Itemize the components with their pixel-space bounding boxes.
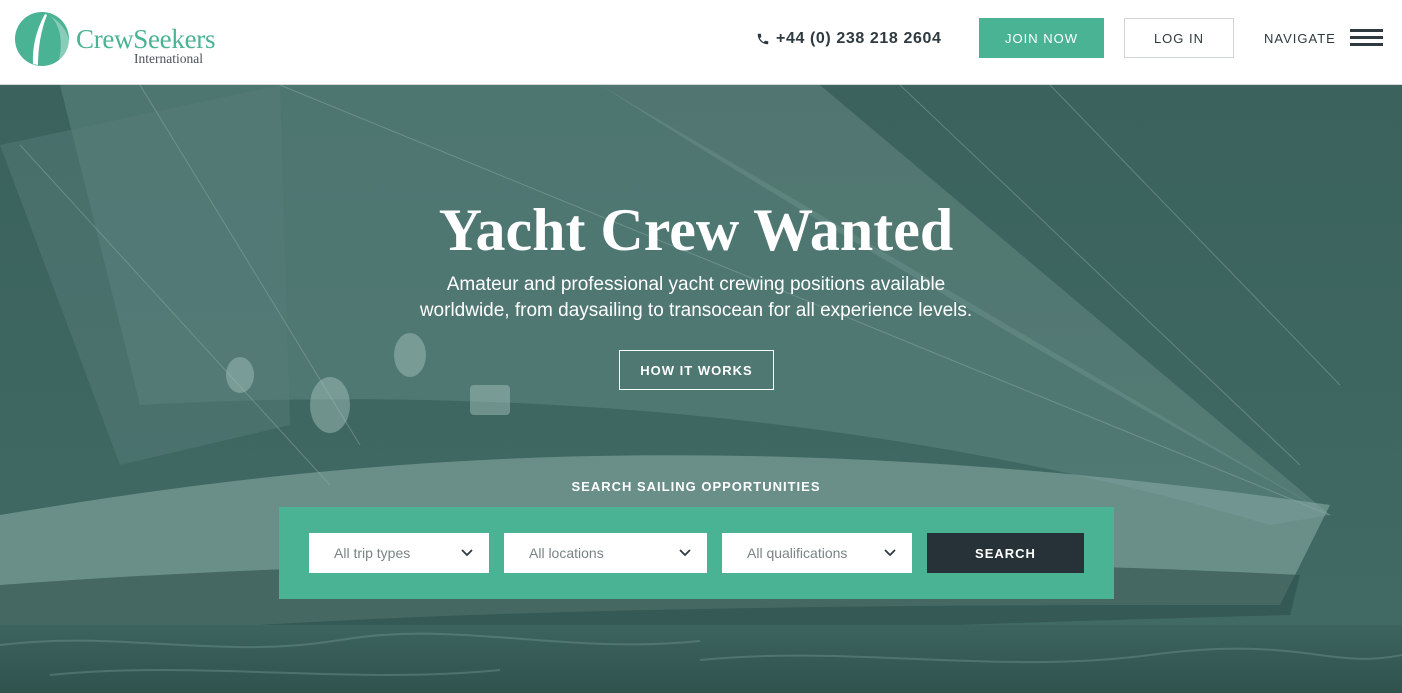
location-value: All locations: [529, 545, 604, 561]
join-now-button[interactable]: JOIN NOW: [979, 18, 1104, 58]
logo[interactable]: CrewSeekers International: [14, 12, 224, 68]
brand-name: CrewSeekers: [76, 24, 216, 54]
hero-title: Yacht Crew Wanted: [438, 197, 954, 263]
hamburger-icon: [1349, 29, 1383, 47]
phone-icon: [757, 33, 769, 45]
search-panel: All trip types All locations All qualifi…: [279, 507, 1114, 599]
location-select[interactable]: All locations: [504, 533, 707, 573]
sail-logo-icon: [15, 12, 70, 66]
chevron-down-icon: [884, 549, 896, 557]
qualification-value: All qualifications: [747, 545, 848, 561]
chevron-down-icon: [679, 549, 691, 557]
search-button[interactable]: SEARCH: [927, 533, 1084, 573]
hero-subtitle-line-1: Amateur and professional yacht crewing p…: [446, 274, 946, 295]
qualification-select[interactable]: All qualifications: [722, 533, 912, 573]
hero-subtitle: Amateur and professional yacht crewing p…: [376, 272, 1016, 324]
hero-subtitle-line-2: worldwide, from daysailing to transocean…: [419, 300, 973, 321]
search-heading: SEARCH SAILING OPPORTUNITIES: [571, 479, 821, 494]
how-it-works-button[interactable]: HOW IT WORKS: [619, 350, 774, 390]
trip-type-select[interactable]: All trip types: [309, 533, 489, 573]
chevron-down-icon: [461, 549, 473, 557]
phone-contact[interactable]: +44 (0) 238 218 2604: [756, 28, 941, 50]
navigate-label: NAVIGATE: [1264, 30, 1336, 46]
trip-type-value: All trip types: [334, 545, 411, 561]
navigate-menu-toggle[interactable]: NAVIGATE: [1264, 27, 1383, 49]
hero-section: Yacht Crew Wanted Amateur and profession…: [0, 85, 1402, 693]
brand-subtitle: International: [134, 51, 203, 66]
log-in-button[interactable]: LOG IN: [1124, 18, 1234, 58]
phone-number: +44 (0) 238 218 2604: [776, 30, 942, 47]
site-header: CrewSeekers International +44 (0) 238 21…: [0, 0, 1402, 85]
